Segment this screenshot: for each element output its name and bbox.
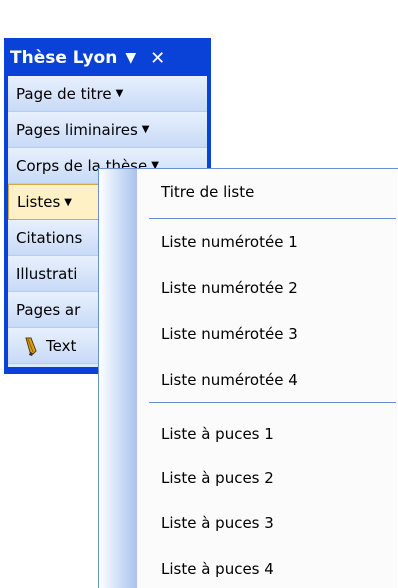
menu-label: Pages ar <box>16 300 81 319</box>
toolbar-titlebar[interactable]: Thèse Lyon ▼ ✕ <box>4 38 211 76</box>
submenu-gutter <box>99 169 137 588</box>
submenu-separator <box>149 402 396 403</box>
close-icon[interactable]: ✕ <box>150 48 165 69</box>
menu-label: Illustrati <box>16 264 78 283</box>
listes-submenu: Titre de liste Liste numérotée 1 Liste n… <box>98 168 398 588</box>
submenu-item-liste-a-puces-1[interactable]: Liste à puces 1 <box>161 425 274 443</box>
submenu-item-liste-numerotee-4[interactable]: Liste numérotée 4 <box>161 371 298 389</box>
submenu-item-liste-a-puces-3[interactable]: Liste à puces 3 <box>161 514 274 532</box>
toolbar-options-icon[interactable]: ▼ <box>125 50 136 66</box>
menu-page-de-titre[interactable]: Page de titre ▼ <box>8 76 207 112</box>
submenu-item-liste-numerotee-3[interactable]: Liste numérotée 3 <box>161 325 298 343</box>
dropdown-arrow-icon: ▼ <box>115 88 124 99</box>
submenu-item-liste-numerotee-2[interactable]: Liste numérotée 2 <box>161 279 298 297</box>
submenu-item-liste-numerotee-1[interactable]: Liste numérotée 1 <box>161 233 298 251</box>
menu-label: Listes <box>17 193 61 211</box>
submenu-item-titre-de-liste[interactable]: Titre de liste <box>161 183 254 201</box>
submenu-item-liste-a-puces-2[interactable]: Liste à puces 2 <box>161 469 274 487</box>
submenu-separator <box>149 218 396 219</box>
menu-pages-liminaires[interactable]: Pages liminaires ▼ <box>8 112 207 148</box>
dropdown-arrow-icon: ▼ <box>64 196 72 208</box>
pencil-icon <box>22 336 40 356</box>
toolbar-title: Thèse Lyon <box>10 48 118 68</box>
menu-label: Citations <box>16 228 83 247</box>
menu-label: Text <box>46 336 77 355</box>
dropdown-arrow-icon: ▼ <box>141 124 150 135</box>
menu-label: Pages liminaires <box>16 120 138 139</box>
submenu-item-liste-a-puces-4[interactable]: Liste à puces 4 <box>161 560 274 578</box>
menu-label: Page de titre <box>16 84 112 103</box>
